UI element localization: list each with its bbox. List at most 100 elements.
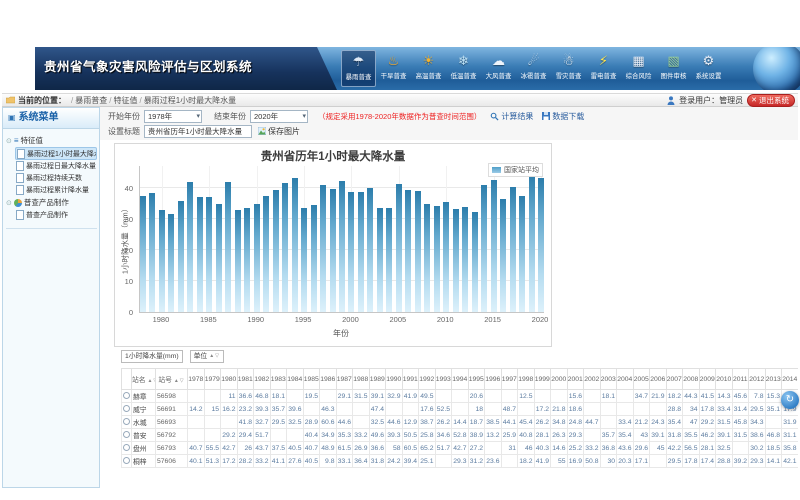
chevron-down-icon: ▾ [302, 111, 306, 122]
sidebar-header: ▣ 系统菜单 [3, 108, 99, 129]
row-expander[interactable] [122, 442, 132, 455]
module-settings[interactable]: ⚙系统设置 [691, 50, 726, 87]
module-cold[interactable]: ❄低温普查 [446, 50, 481, 87]
calc-result-button[interactable]: 计算结果 [490, 111, 533, 122]
bar-2006 [405, 190, 411, 312]
sidebar-group-2[interactable]: ⊙普查产品制作 [6, 196, 97, 209]
value-cell [336, 403, 353, 416]
floating-refresh-button[interactable]: ↻ [781, 391, 799, 409]
value-cell: 12.9 [402, 416, 419, 429]
value-cell: 32.7 [254, 416, 271, 429]
value-cell: 41.9 [402, 390, 419, 403]
value-cell: 41.9 [534, 455, 551, 468]
bar-2011 [453, 209, 459, 312]
data-download-button[interactable]: 数据下载 [542, 111, 584, 122]
col-year-1987: 1987 [336, 369, 353, 390]
module-label: 暴雨普查 [343, 73, 373, 82]
row-expander[interactable] [122, 390, 132, 403]
data-table-wrap: 站名 ▲▽站号 ▲▽197819791980198119821983198419… [121, 368, 798, 476]
module-hail[interactable]: ☄冰雹普查 [516, 50, 551, 87]
settings-icon: ⚙ [691, 50, 726, 72]
row-expander[interactable] [122, 403, 132, 416]
value-cell [386, 403, 403, 416]
value-cell: 60.6 [320, 416, 337, 429]
value-cell: 49.5 [419, 390, 436, 403]
value-cell: 29.3 [452, 455, 469, 468]
save-image-button[interactable]: 保存图片 [258, 126, 300, 137]
bar-2003 [377, 208, 383, 312]
bar-1994 [292, 178, 298, 312]
start-year-select[interactable]: 1978年 ▾ [144, 110, 202, 123]
module-drought[interactable]: ♨干旱普查 [376, 50, 411, 87]
value-cell: 24.3 [650, 416, 667, 429]
sort-icons: ▲▽ [209, 351, 220, 362]
breadcrumb-link[interactable]: 特征值 [113, 96, 137, 105]
value-cell: 12.5 [518, 390, 535, 403]
value-cell: 14.2 [188, 403, 205, 416]
module-label: 大风普查 [482, 72, 514, 81]
col-station-name[interactable]: 站名 ▲▽ [132, 369, 156, 390]
value-cell: 45.6 [732, 390, 749, 403]
value-cell: 42.2 [666, 442, 683, 455]
value-cell: 21.8 [551, 403, 568, 416]
value-cell [452, 390, 469, 403]
chart-title-input[interactable] [144, 125, 252, 138]
breadcrumb-items: /暴雨普查/特征值/暴雨过程1小时最大降水量 [69, 95, 236, 106]
breadcrumb-link[interactable]: 暴雨过程1小时最大降水量 [144, 96, 236, 105]
station-name-cell: 水城 [132, 416, 156, 429]
node-toggle-icon[interactable]: ⊙ [6, 137, 12, 145]
row-expander[interactable] [122, 429, 132, 442]
app-title: 贵州省气象灾害风险评估与区划系统 [35, 47, 337, 90]
value-cell [270, 429, 287, 442]
module-composite-risk[interactable]: ▦综合风险 [621, 50, 656, 87]
value-cell: 46.3 [320, 403, 337, 416]
row-expander[interactable] [122, 455, 132, 468]
value-cell: 51.7 [254, 429, 271, 442]
bar-1987 [225, 182, 231, 312]
sidebar-item[interactable]: 暴雨过程1小时最大降水量 [15, 147, 97, 160]
chart-legend[interactable]: 国家站平均 [488, 163, 543, 177]
value-cell: 41.5 [699, 390, 716, 403]
value-cell [303, 403, 320, 416]
col-station-id[interactable]: 站号 ▲▽ [156, 369, 188, 390]
col-year-1996: 1996 [485, 369, 502, 390]
sidebar-item[interactable]: 暴雨过程日最大降水量 [15, 160, 97, 172]
value-cell [188, 390, 205, 403]
login-user-label: 登录用户：管理员 [679, 95, 743, 106]
value-cell: 24.2 [386, 455, 403, 468]
value-cell: 18.5 [765, 442, 782, 455]
sidebar-group-1[interactable]: ⊙≡特征值 [6, 134, 97, 147]
sidebar-item[interactable]: 暴雨过程累计降水量 [15, 184, 97, 196]
module-heat[interactable]: ☀高温普查 [411, 50, 446, 87]
logout-button[interactable]: ✕ 退出系统 [747, 94, 795, 107]
unit-filter[interactable]: 单位 ▲▽ [190, 350, 224, 363]
value-cell: 39.2 [732, 455, 749, 468]
value-cell: 30 [600, 455, 617, 468]
value-cell: 25.2 [567, 442, 584, 455]
module-snow[interactable]: ☃雪灾普查 [551, 50, 586, 87]
col-year-1989: 1989 [369, 369, 386, 390]
col-year-2003: 2003 [600, 369, 617, 390]
bar-1999 [339, 181, 345, 312]
col-year-1992: 1992 [419, 369, 436, 390]
value-cell [600, 403, 617, 416]
node-toggle-icon[interactable]: ⊙ [6, 199, 12, 207]
measure-filter[interactable]: 1小时降水量(mm) [121, 350, 183, 363]
bar-2015 [491, 180, 497, 312]
value-cell [435, 455, 452, 468]
value-cell: 19.5 [303, 390, 320, 403]
module-lightning[interactable]: ⚡雷电普查 [586, 50, 621, 87]
row-expander[interactable] [122, 416, 132, 429]
module-wind[interactable]: ☁大风普查 [481, 50, 516, 87]
sidebar-item[interactable]: 普查产品制作 [15, 209, 97, 221]
value-cell: 18 [468, 403, 485, 416]
value-cell: 47 [683, 416, 700, 429]
value-cell: 29.2 [221, 429, 238, 442]
value-cell: 47.4 [369, 403, 386, 416]
breadcrumb-link[interactable]: 暴雨普查 [75, 96, 107, 105]
module-rain[interactable]: ☂暴雨普查 [341, 50, 376, 87]
list-icon: ≡ [14, 136, 19, 145]
sidebar-item[interactable]: 暴雨过程持续天数 [15, 172, 97, 184]
module-map-review[interactable]: ▧图件审核 [656, 50, 691, 87]
end-year-select[interactable]: 2020年 ▾ [250, 110, 308, 123]
